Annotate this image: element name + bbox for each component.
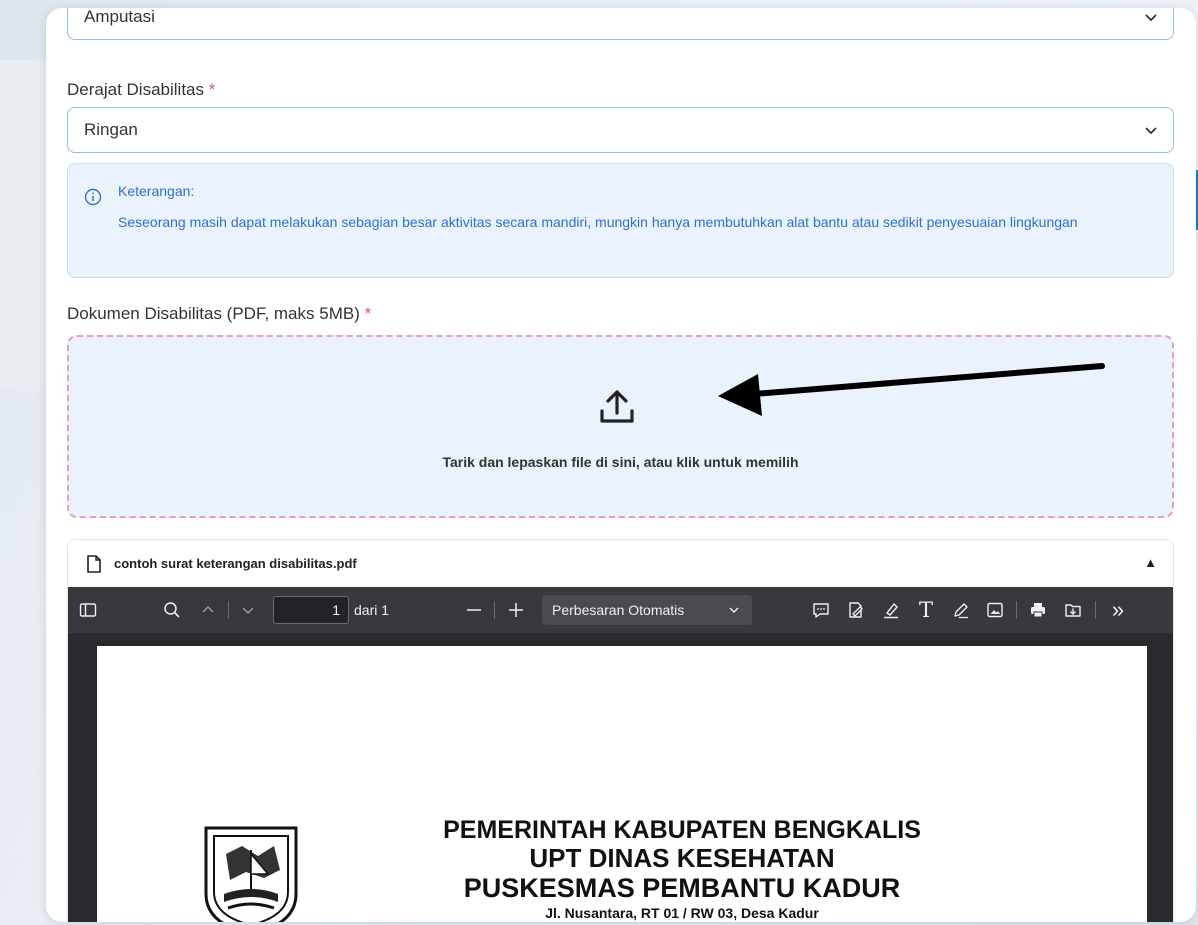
letterhead-line-2: UPT DINAS KESEHATAN bbox=[529, 843, 835, 873]
pdf-viewer-area[interactable]: PEMERINTAH KABUPATEN BENGKALIS UPT DINAS… bbox=[68, 633, 1173, 922]
upload-icon bbox=[600, 390, 634, 423]
info-body: Seseorang masih dapat melakukan sebagian… bbox=[118, 214, 1078, 230]
print-button[interactable] bbox=[1026, 587, 1050, 633]
letterhead-line-3: PUSKESMAS PEMBANTU KADUR bbox=[463, 873, 901, 903]
disability-degree-select[interactable]: Ringan bbox=[67, 107, 1174, 153]
file-icon bbox=[87, 554, 101, 573]
minus-icon bbox=[467, 609, 481, 611]
search-icon bbox=[164, 602, 180, 618]
zoom-select[interactable]: Perbesaran Otomatis bbox=[542, 595, 752, 625]
info-icon bbox=[84, 188, 102, 206]
pdf-page: PEMERINTAH KABUPATEN BENGKALIS UPT DINAS… bbox=[97, 646, 1147, 922]
pdf-filename: contoh surat keterangan disabilitas.pdf bbox=[114, 556, 357, 571]
letterhead-line-1: PEMERINTAH KABUPATEN BENGKALIS bbox=[443, 816, 921, 844]
form-card: Amputasi Derajat Disabilitas * Ringan Ke… bbox=[46, 8, 1196, 922]
toolbar-separator bbox=[1095, 601, 1096, 619]
signature-icon bbox=[849, 602, 863, 618]
pen-icon bbox=[954, 603, 968, 619]
sidebar-toggle-button[interactable] bbox=[76, 587, 100, 633]
next-page-button[interactable] bbox=[236, 587, 260, 633]
zoom-value: Perbesaran Otomatis bbox=[552, 602, 685, 618]
dropzone-text: Tarik dan lepaskan file di sini, atau kl… bbox=[442, 454, 799, 470]
comment-icon bbox=[813, 603, 829, 618]
document-label: Dokumen Disabilitas (PDF, maks 5MB) * bbox=[67, 304, 372, 323]
page-number-input[interactable]: 1 bbox=[273, 596, 349, 624]
required-mark: * bbox=[208, 80, 216, 99]
signature-button[interactable] bbox=[844, 587, 868, 633]
chevron-down-icon bbox=[729, 607, 739, 613]
info-box: Keterangan: Seseorang masih dapat melaku… bbox=[67, 163, 1174, 278]
highlight-icon bbox=[884, 603, 898, 619]
disability-type-select[interactable]: Amputasi bbox=[67, 8, 1174, 40]
print-icon bbox=[1031, 603, 1045, 618]
download-button[interactable] bbox=[1061, 587, 1085, 633]
letterhead-address: Jl. Nusantara, RT 01 / RW 03, Desa Kadur bbox=[545, 905, 819, 921]
more-tools-button[interactable]: » bbox=[1106, 587, 1130, 633]
image-icon bbox=[987, 602, 1003, 618]
chevron-down-icon bbox=[1145, 14, 1157, 22]
toolbar-separator bbox=[494, 601, 495, 619]
collapse-icon[interactable]: ▲ bbox=[1144, 555, 1157, 570]
draw-button[interactable] bbox=[949, 587, 973, 633]
required-mark: * bbox=[364, 304, 372, 323]
chevron-down-icon bbox=[242, 607, 254, 615]
disability-degree-label: Derajat Disabilitas * bbox=[67, 80, 216, 99]
toolbar-separator bbox=[228, 601, 229, 619]
image-button[interactable] bbox=[983, 587, 1007, 633]
previous-page-button[interactable] bbox=[196, 587, 220, 633]
document-letterhead: PEMERINTAH KABUPATEN BENGKALIS UPT DINAS… bbox=[397, 816, 967, 922]
text-tool-button[interactable]: T bbox=[914, 587, 938, 633]
highlight-button[interactable] bbox=[879, 587, 903, 633]
pdf-preview: contoh surat keterangan disabilitas.pdf … bbox=[67, 539, 1174, 922]
chevron-up-icon bbox=[202, 605, 214, 613]
download-icon bbox=[1065, 604, 1081, 617]
plus-icon bbox=[509, 603, 523, 617]
disability-type-value: Amputasi bbox=[84, 8, 155, 26]
zoom-out-button[interactable] bbox=[462, 587, 486, 633]
chevron-down-icon bbox=[1145, 127, 1157, 135]
disability-degree-value: Ringan bbox=[84, 120, 138, 139]
pdf-preview-header[interactable]: contoh surat keterangan disabilitas.pdf … bbox=[68, 540, 1173, 587]
file-dropzone[interactable]: Tarik dan lepaskan file di sini, atau kl… bbox=[67, 335, 1174, 518]
comment-button[interactable] bbox=[809, 587, 833, 633]
regency-seal-logo bbox=[204, 826, 298, 922]
toolbar-separator bbox=[1016, 601, 1017, 619]
sidebar-icon bbox=[79, 603, 97, 617]
zoom-in-button[interactable] bbox=[504, 587, 528, 633]
page-total: dari 1 bbox=[354, 602, 390, 618]
pdf-toolbar: 1 dari 1 Perbesaran Otomatis T » bbox=[68, 587, 1173, 633]
search-button[interactable] bbox=[160, 587, 184, 633]
info-title: Keterangan: bbox=[118, 183, 195, 199]
